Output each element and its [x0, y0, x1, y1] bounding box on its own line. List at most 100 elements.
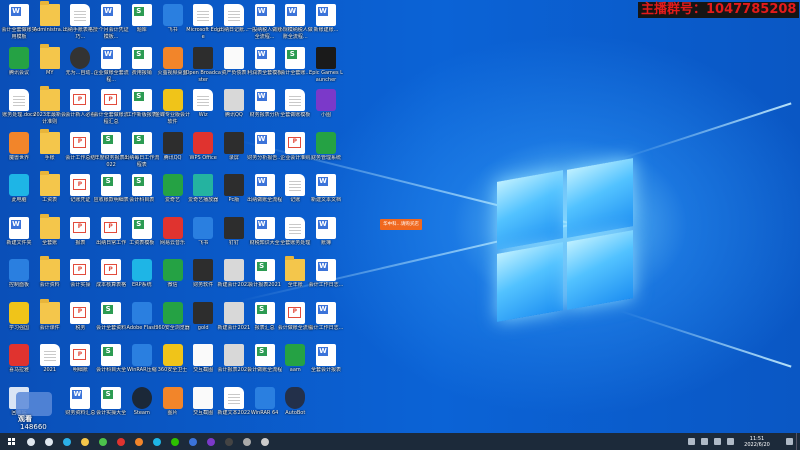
taskbar-app-green-button[interactable] [94, 433, 112, 450]
chevron-up-icon[interactable] [688, 438, 695, 445]
xls-file-icon: S [131, 174, 152, 196]
desktop-icon[interactable]: AutoBot [278, 385, 312, 425]
folder-file-icon [39, 1, 60, 26]
green-file-icon [162, 259, 183, 281]
desktop[interactable]: W 会计全套做账实用模板 Administra... 出纳手账表格技巧... W 一个月会… [0, 0, 800, 433]
folder-file-icon [39, 256, 60, 281]
pdf-file-icon: P [70, 259, 91, 281]
blue-file-icon [131, 301, 152, 324]
blue-file-icon [193, 216, 214, 239]
network-icon[interactable] [701, 438, 708, 445]
taskbar-edge-button[interactable] [58, 433, 76, 450]
orange-file-icon [162, 46, 183, 69]
word-file-icon: W [254, 46, 275, 69]
steam-file-icon [131, 386, 152, 409]
desktop-icon[interactable]: Epic Games Launcher [309, 45, 343, 85]
taskbar-app-blue-button[interactable] [184, 433, 202, 450]
taskbar-wechat-button[interactable] [166, 433, 184, 450]
pdf-file-icon: P [70, 344, 91, 366]
task-view-icon [45, 437, 53, 446]
word-file-icon: W [285, 4, 306, 26]
green-file-icon [316, 131, 336, 154]
notification-icon[interactable] [786, 438, 793, 445]
volume-icon[interactable] [714, 438, 721, 445]
doc-file-icon [70, 4, 91, 26]
light-beam [619, 102, 792, 160]
doc-file-icon [285, 216, 306, 239]
desktop-icon[interactable]: W 新建文本文档 [309, 172, 343, 212]
taskbar-app-gray-button[interactable] [238, 433, 256, 450]
teal-file-icon [193, 174, 214, 196]
folder-file-icon [39, 213, 60, 239]
folder-file-icon [39, 43, 60, 69]
pdf-file-icon: P [70, 89, 91, 111]
pdf-file-icon: P [70, 131, 91, 154]
doc-file-icon [9, 89, 29, 111]
app-blue-icon [189, 437, 197, 446]
taskbar-apps [22, 433, 274, 450]
green-file-icon [162, 301, 183, 324]
desktop-icon-label: 账簿 [320, 239, 331, 246]
taskbar-qq-button[interactable] [148, 433, 166, 450]
show-desktop-button[interactable] [796, 433, 800, 450]
word-file-icon: W [70, 386, 91, 409]
desktop-icon[interactable]: 小图 [309, 87, 343, 127]
taskbar-camera-button[interactable] [256, 433, 274, 450]
word-file-icon: W [316, 216, 336, 239]
blue-file-icon [131, 344, 152, 366]
xls-file-icon: S [131, 131, 152, 154]
windows-logo [497, 158, 643, 322]
taskbar-file-explorer-button[interactable] [76, 433, 94, 450]
xls-file-icon: S [101, 301, 122, 324]
desktop-icon-label: Epic Games Launcher [309, 69, 343, 83]
desktop-icon[interactable]: W 会计工作日志... [309, 300, 343, 340]
start-button[interactable] [0, 433, 22, 450]
pdf-file-icon: P [70, 216, 91, 239]
green-file-icon [162, 174, 183, 196]
obs-icon [225, 437, 233, 446]
taskbar-task-view-button[interactable] [40, 433, 58, 450]
desktop-icon-label: 会计工作日志... [308, 324, 344, 331]
desktop-icon[interactable]: W 会计工作日志... [309, 257, 343, 297]
dark-file-icon [223, 174, 244, 196]
desktop-icon-label: AutoBot [285, 409, 306, 416]
desktop-icon[interactable]: W 新账建账... [309, 2, 343, 42]
dark-file-icon [223, 216, 244, 239]
word-file-icon: W [9, 216, 29, 239]
folder-file-icon [39, 298, 60, 324]
desktop-icon-label: 新账建账... [313, 27, 339, 33]
gray-file-icon [223, 301, 244, 324]
word-file-icon: W [101, 4, 122, 26]
cyan-file-icon [9, 174, 29, 196]
taskbar-app-purple-button[interactable] [202, 433, 220, 450]
app-orange-icon [135, 437, 143, 446]
desktop-icon[interactable]: W 全套会计报表 [309, 342, 343, 382]
desktop-icon[interactable]: W 账簿 [309, 215, 343, 255]
orange-file-icon [162, 386, 183, 409]
folder-file-icon [39, 171, 60, 196]
desktop-icon-label: 财务管理系统 [310, 154, 341, 161]
xls-file-icon: S [254, 344, 275, 366]
qq-icon [153, 437, 161, 446]
doc-file-icon [193, 4, 214, 26]
word-file-icon: W [316, 301, 336, 324]
light-beam [619, 310, 792, 368]
desktop-icon[interactable]: 财务管理系统 [309, 130, 343, 170]
xls-file-icon: S [131, 89, 152, 111]
file-explorer-icon [81, 437, 89, 446]
taskbar: 11:51 2022/6/20 [0, 433, 800, 450]
input-method-icon[interactable] [727, 438, 734, 445]
taskbar-wps-button[interactable] [112, 433, 130, 450]
red-file-icon [162, 216, 183, 239]
pdf-file-icon: P [285, 301, 306, 324]
white-file-icon [223, 46, 244, 69]
dark-file-icon [193, 301, 214, 324]
popup-tag[interactable]: 华中科...请购买店 [380, 219, 422, 230]
desktop-icon-label: 新建文本文档 [310, 197, 341, 203]
taskbar-app-orange-button[interactable] [130, 433, 148, 450]
wechat-icon [171, 437, 179, 446]
taskbar-search-button[interactable] [22, 433, 40, 450]
app-purple-icon [207, 437, 215, 446]
taskbar-clock[interactable]: 11:51 2022/6/20 [737, 436, 777, 448]
taskbar-obs-button[interactable] [220, 433, 238, 450]
